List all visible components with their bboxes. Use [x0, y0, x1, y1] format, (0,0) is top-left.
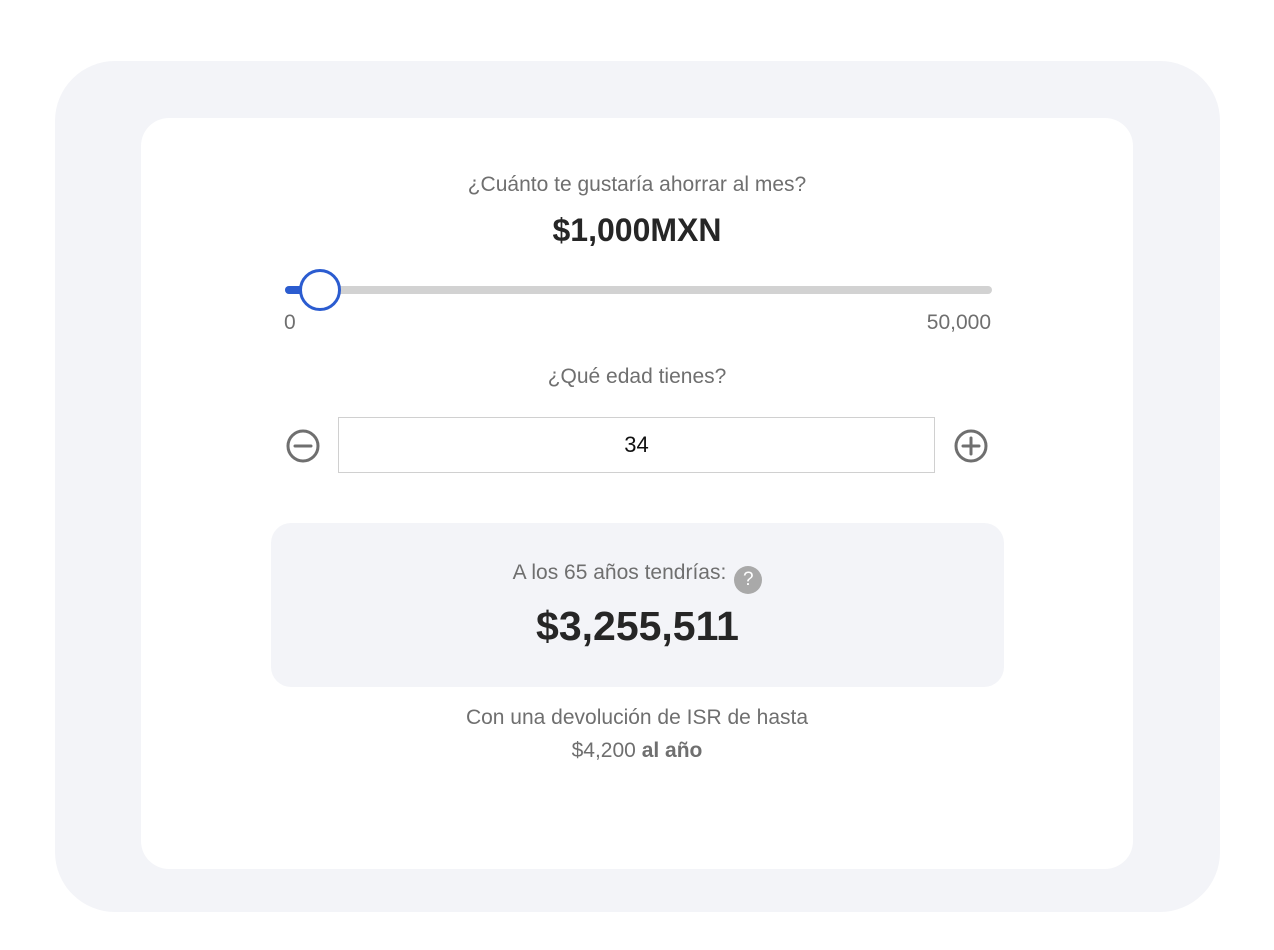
slider-thumb[interactable] [299, 269, 341, 311]
projection-value: $3,255,511 [536, 603, 739, 649]
slider-max-label: 50,000 [926, 311, 991, 334]
page-frame: ¿Cuánto te gustaría ahorrar al mes? $1,0… [55, 61, 1220, 912]
projection-label-row: A los 65 años tendrías:? [271, 561, 1004, 594]
slider-min-label: 0 [284, 311, 296, 334]
savings-question: ¿Cuánto te gustaría ahorrar al mes? [467, 173, 807, 196]
age-increment-button[interactable] [953, 428, 989, 464]
projection-panel: A los 65 años tendrías:? $3,255,511 [271, 523, 1004, 687]
savings-slider[interactable] [285, 268, 992, 312]
refund-period: al año [641, 739, 703, 762]
plus-circle-icon [954, 429, 988, 463]
refund-amount: $4,200 [571, 739, 636, 762]
savings-calculator-card: ¿Cuánto te gustaría ahorrar al mes? $1,0… [141, 118, 1133, 869]
refund-text: Con una devolución de ISR de hasta [465, 706, 809, 729]
age-question: ¿Qué edad tienes? [547, 365, 727, 388]
age-decrement-button[interactable] [285, 428, 321, 464]
slider-track[interactable] [285, 286, 992, 294]
help-icon[interactable]: ? [734, 566, 763, 594]
refund-amount-line: $4,200 al año [141, 739, 1133, 763]
savings-amount: $1,000MXN [552, 212, 722, 248]
minus-circle-icon [286, 429, 320, 463]
projection-label: A los 65 años tendrías: [512, 561, 727, 584]
age-input[interactable] [338, 417, 935, 473]
